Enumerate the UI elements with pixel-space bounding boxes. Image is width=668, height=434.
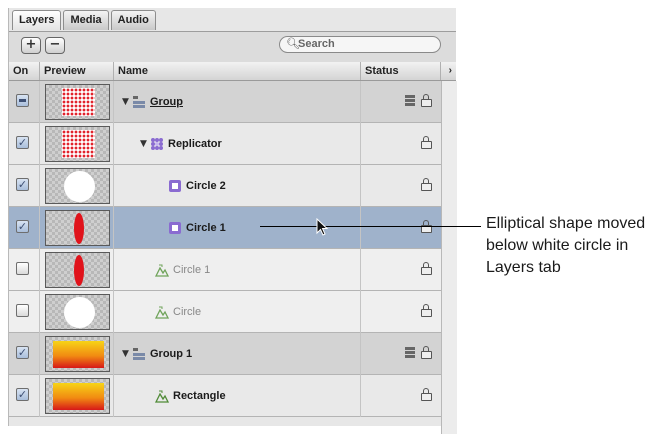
layer-preview xyxy=(45,294,110,330)
search-field[interactable]: 🔍︎ Search xyxy=(279,36,441,53)
callout-text: Elliptical shape moved below white circl… xyxy=(486,215,646,276)
mouse-pointer-icon xyxy=(316,218,329,236)
column-header: On Preview Name Status › xyxy=(9,62,456,81)
layer-row[interactable]: Circle xyxy=(9,291,441,333)
search-placeholder: Search xyxy=(298,38,335,50)
shape-icon xyxy=(155,264,169,277)
layer-enable-checkbox[interactable] xyxy=(16,94,29,107)
layers-panel: Layers Media Audio + − 🔍︎ Search On Prev… xyxy=(8,8,457,434)
tab-media[interactable]: Media xyxy=(63,10,109,30)
cell-icon xyxy=(169,222,181,234)
layer-row[interactable]: ✓ ▼ Replicator xyxy=(9,123,441,165)
layer-enable-checkbox[interactable]: ✓ xyxy=(16,178,29,191)
layer-name[interactable]: Group 1 xyxy=(150,333,192,375)
layer-name[interactable]: Circle 1 xyxy=(173,249,210,291)
layer-stack-icon xyxy=(405,347,416,358)
layer-name[interactable]: Circle 1 xyxy=(186,207,226,249)
lock-icon[interactable] xyxy=(421,178,432,191)
layer-preview xyxy=(45,336,110,372)
replicator-icon xyxy=(151,138,163,150)
tab-audio[interactable]: Audio xyxy=(110,10,156,30)
layer-preview xyxy=(45,168,110,204)
layer-enable-checkbox[interactable]: ✓ xyxy=(16,346,29,359)
column-preview[interactable]: Preview xyxy=(40,62,114,80)
columns-expand-arrow-icon[interactable]: › xyxy=(449,62,452,80)
layer-stack-icon xyxy=(405,95,416,106)
callout-leader-line xyxy=(260,226,481,227)
layer-row[interactable]: Circle 1 xyxy=(9,249,441,291)
layer-row[interactable]: ✓ ▼ Group 1 xyxy=(9,333,441,375)
group-icon xyxy=(133,348,145,360)
layer-preview xyxy=(45,378,110,414)
lock-icon[interactable] xyxy=(421,262,432,275)
layer-enable-checkbox[interactable]: ✓ xyxy=(16,136,29,149)
add-layer-button[interactable]: + xyxy=(21,37,41,54)
layer-preview xyxy=(45,210,110,246)
disclosure-triangle-icon[interactable]: ▼ xyxy=(140,123,147,165)
shape-icon xyxy=(155,390,169,403)
tab-layers[interactable]: Layers xyxy=(12,10,62,30)
layer-enable-checkbox[interactable]: ✓ xyxy=(16,220,29,233)
layer-preview xyxy=(45,84,110,120)
layer-row[interactable]: ✓ Rectangle xyxy=(9,375,441,417)
layer-name[interactable]: Rectangle xyxy=(173,375,226,417)
layer-enable-checkbox[interactable] xyxy=(16,262,29,275)
layer-enable-checkbox[interactable]: ✓ xyxy=(16,388,29,401)
layer-preview xyxy=(45,252,110,288)
layer-row-selected[interactable]: ✓ Circle 1 xyxy=(9,207,441,249)
column-status[interactable]: Status xyxy=(361,62,441,80)
lock-icon[interactable] xyxy=(421,346,432,359)
lock-icon[interactable] xyxy=(421,94,432,107)
lock-icon[interactable] xyxy=(421,304,432,317)
layer-name[interactable]: Group xyxy=(150,81,183,123)
layer-enable-checkbox[interactable] xyxy=(16,304,29,317)
layer-name[interactable]: Replicator xyxy=(168,123,222,165)
layers-toolbar: + − 🔍︎ Search xyxy=(9,31,456,62)
shape-icon xyxy=(155,306,169,319)
lock-icon[interactable] xyxy=(421,388,432,401)
remove-layer-button[interactable]: − xyxy=(45,37,65,54)
layer-row[interactable]: ✓ Circle 2 xyxy=(9,165,441,207)
layer-preview xyxy=(45,126,110,162)
column-name[interactable]: Name xyxy=(114,62,361,80)
disclosure-triangle-icon[interactable]: ▼ xyxy=(122,333,129,375)
vertical-scrollbar[interactable] xyxy=(441,81,457,434)
tab-bar: Layers Media Audio xyxy=(12,10,156,31)
group-icon xyxy=(133,96,145,108)
column-on[interactable]: On xyxy=(9,62,40,80)
disclosure-triangle-icon[interactable]: ▼ xyxy=(122,81,129,123)
layer-name[interactable]: Circle 2 xyxy=(186,165,226,207)
layer-row[interactable]: ▼ Group xyxy=(9,81,441,123)
layer-name[interactable]: Circle xyxy=(173,291,201,333)
cell-icon xyxy=(169,180,181,192)
lock-icon[interactable] xyxy=(421,136,432,149)
